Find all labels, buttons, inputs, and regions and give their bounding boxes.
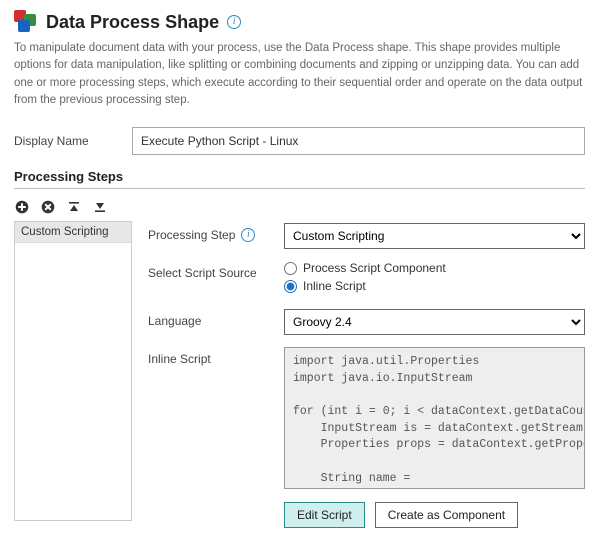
steps-toolbar (14, 197, 585, 221)
script-source-inline-radio[interactable] (284, 280, 297, 293)
script-source-component-radio[interactable] (284, 262, 297, 275)
script-buttons: Edit Script Create as Component (284, 502, 585, 528)
steps-detail: Processing Step i Custom Scripting Selec… (132, 221, 585, 540)
section-title: Processing Steps (14, 169, 585, 184)
script-source-inline-option[interactable]: Inline Script (284, 279, 585, 293)
divider (14, 188, 585, 189)
move-down-icon[interactable] (92, 199, 108, 215)
steps-list: Custom Scripting (14, 221, 132, 521)
display-name-row: Display Name (14, 127, 585, 155)
language-select[interactable]: Groovy 2.4 (284, 309, 585, 335)
page-description: To manipulate document data with your pr… (14, 40, 585, 109)
create-component-button[interactable]: Create as Component (375, 502, 518, 528)
add-step-icon[interactable] (14, 199, 30, 215)
language-label: Language (148, 314, 201, 328)
script-source-component-option[interactable]: Process Script Component (284, 261, 585, 275)
display-name-label: Display Name (14, 134, 132, 148)
page-header: Data Process Shape i (14, 10, 585, 34)
remove-step-icon[interactable] (40, 199, 56, 215)
processing-step-label: Processing Step (148, 228, 235, 242)
info-icon[interactable]: i (227, 15, 241, 29)
script-source-label: Select Script Source (148, 266, 257, 280)
processing-step-select[interactable]: Custom Scripting (284, 223, 585, 249)
inline-script-label: Inline Script (148, 352, 211, 366)
shape-icon (14, 10, 38, 34)
script-source-group: Process Script Component Inline Script (284, 261, 585, 297)
move-up-icon[interactable] (66, 199, 82, 215)
list-item[interactable]: Custom Scripting (15, 222, 131, 243)
inline-script-box[interactable] (284, 347, 585, 489)
info-icon[interactable]: i (241, 228, 255, 242)
display-name-input[interactable] (132, 127, 585, 155)
edit-script-button[interactable]: Edit Script (284, 502, 365, 528)
page-title: Data Process Shape (46, 12, 219, 33)
steps-area: Custom Scripting Processing Step i Custo… (14, 221, 585, 540)
